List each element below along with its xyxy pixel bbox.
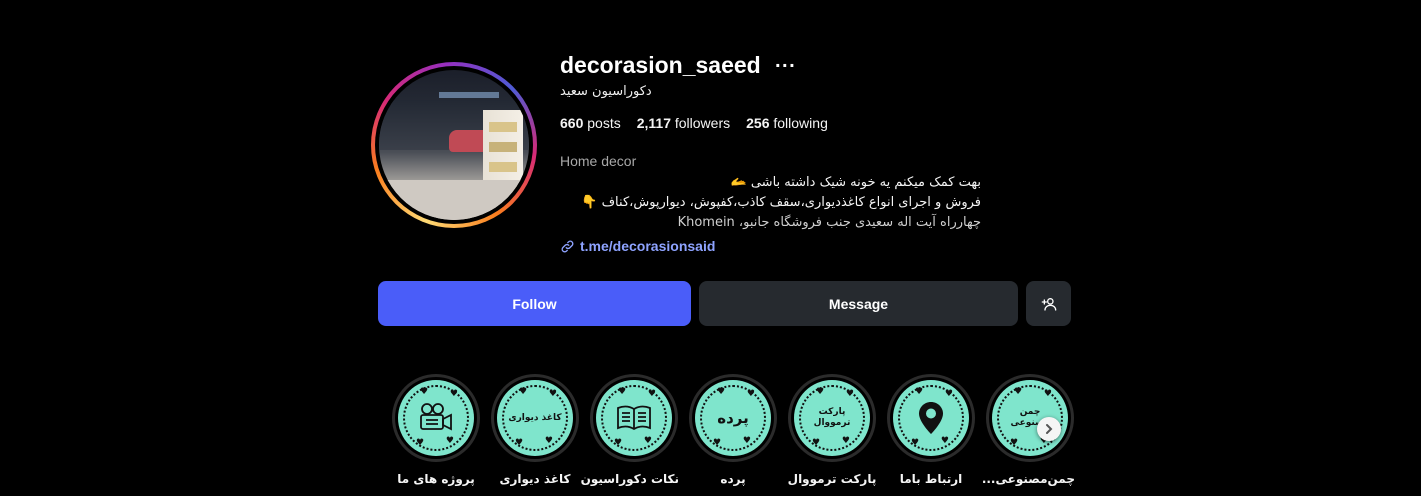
highlight-item[interactable]: ♥ ♥ ♥ ♥ چمن مصنوعی چمن‌مصنوعی... — [981, 374, 1075, 486]
person-plus-icon — [1041, 297, 1056, 311]
highlight-cover: ♥ ♥ ♥ ♥ پارکت ترمووال — [794, 380, 870, 456]
highlight-cover: ♥ ♥ ♥ ♥ پرده — [695, 380, 771, 456]
highlights-next-button[interactable] — [1037, 417, 1061, 441]
profile-info: decorasion_saeed ··· دکوراسیون سعید 660 … — [560, 50, 1080, 256]
highlight-label: پروژه های ما — [397, 472, 475, 486]
highlight-cover-text: پرده — [717, 408, 749, 427]
highlight-item[interactable]: ♥ ♥ ♥ ♥ پارکت ترمووال پارکت ترمووال — [787, 374, 877, 486]
highlight-item[interactable]: ♥ ♥ ♥ ♥ پروژه های ما — [391, 374, 481, 486]
username-row: decorasion_saeed ··· — [560, 50, 1080, 80]
highlight-label: نکات دکوراسیون — [580, 472, 679, 486]
posts-stat: 660 posts — [560, 115, 621, 131]
follow-button[interactable]: Follow — [378, 281, 691, 326]
highlight-cover: ♥ ♥ ♥ ♥ کاغذ دیواری — [497, 380, 573, 456]
profile-avatar[interactable] — [371, 62, 537, 228]
bio-line-1: بهت کمک میکنم یه خونه شیک داشته باشی 🫴 — [730, 175, 981, 190]
location-pin-icon — [919, 402, 943, 434]
profile-category: Home decor — [560, 153, 637, 169]
movie-camera-icon — [420, 403, 452, 431]
username: decorasion_saeed — [560, 51, 761, 78]
highlight-label: پرده — [720, 472, 746, 486]
avatar-photo — [379, 70, 529, 220]
highlight-cover: ♥ ♥ ♥ ♥ — [398, 380, 474, 456]
full-name: دکوراسیون سعید — [560, 84, 652, 99]
highlight-label: پارکت ترمووال — [787, 472, 877, 486]
highlight-cover: ♥ ♥ ♥ ♥ — [596, 380, 672, 456]
highlight-item[interactable]: ♥ ♥ ♥ ♥ نکات دکوراسیون — [580, 374, 679, 486]
highlight-cover-text: پارکت ترمووال — [813, 407, 851, 428]
more-options-icon[interactable]: ··· — [775, 56, 796, 75]
highlight-item[interactable]: ♥ ♥ ♥ ♥ پرده پرده — [688, 374, 778, 486]
highlight-item[interactable]: ♥ ♥ ♥ ♥ کاغذ دیواری کاغذ دیواری — [490, 374, 580, 486]
bio-line-2: فروش و اجرای انواع کاغذدیواری،سقف کاذب،ک… — [581, 195, 981, 210]
highlight-cover: ♥ ♥ ♥ ♥ چمن مصنوعی — [992, 380, 1068, 456]
followers-stat[interactable]: 2,117 followers — [637, 115, 730, 135]
highlight-cover-text: کاغذ دیواری — [508, 412, 562, 423]
avatar-border — [375, 66, 533, 224]
chevron-right-icon — [1046, 424, 1053, 434]
following-stat[interactable]: 256 following — [746, 115, 828, 135]
profile-stats: 660 posts 2,117 followers 256 following — [560, 115, 1080, 135]
highlight-label: ارتباط باما — [899, 472, 963, 486]
profile-link[interactable]: t.me/decorasionsaid — [560, 236, 1080, 256]
add-user-button[interactable] — [1026, 281, 1071, 326]
link-icon — [561, 240, 574, 252]
highlight-cover: ♥ ♥ ♥ ♥ — [893, 380, 969, 456]
message-button[interactable]: Message — [699, 281, 1018, 326]
highlight-label: چمن‌مصنوعی... — [981, 472, 1075, 486]
bio-address: چهارراه آیت اله سعیدی جنب فروشگاه جانبو،… — [677, 215, 981, 230]
highlight-label: کاغذ دیواری — [499, 472, 571, 486]
open-book-icon — [617, 405, 651, 431]
highlight-item[interactable]: ♥ ♥ ♥ ♥ ارتباط باما — [886, 374, 976, 486]
profile-link-text[interactable]: t.me/decorasionsaid — [580, 238, 715, 254]
